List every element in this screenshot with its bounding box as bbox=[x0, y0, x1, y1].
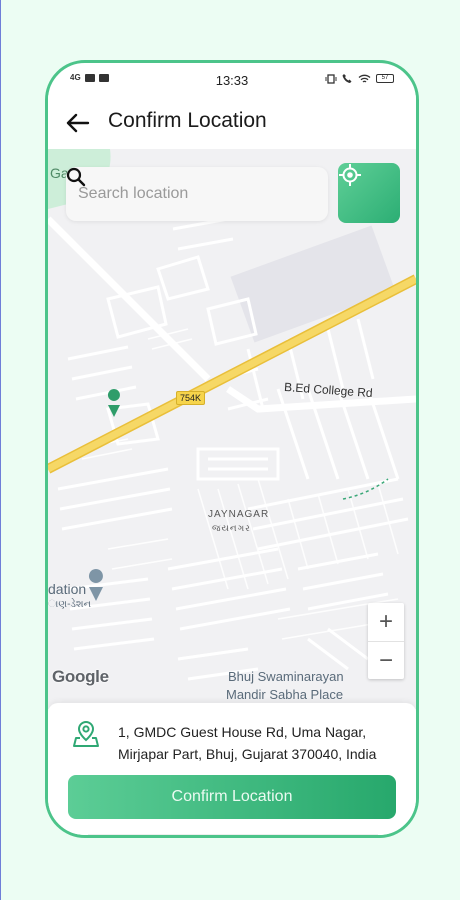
search-icon[interactable] bbox=[66, 167, 86, 187]
page-title: Confirm Location bbox=[108, 109, 267, 132]
search-input[interactable] bbox=[66, 167, 328, 221]
my-location-button[interactable] bbox=[338, 163, 400, 223]
wifi-icon bbox=[358, 74, 371, 83]
highway-shield: 754K bbox=[176, 391, 206, 405]
call-icon bbox=[342, 74, 352, 83]
map-label-swaminarayan: Bhuj Swaminarayan bbox=[228, 669, 344, 684]
map-label-jaynagar-gu: જયનગર bbox=[212, 523, 251, 533]
status-right: 57 bbox=[325, 73, 394, 84]
map-view[interactable]: Ga 754K B.Ed College Rd JAYNAGAR જયનગર d… bbox=[48, 149, 416, 709]
battery-icon: 57 bbox=[376, 74, 394, 83]
zoom-controls: + − bbox=[368, 603, 404, 679]
zoom-out-button[interactable]: − bbox=[368, 641, 404, 679]
location-pin-icon bbox=[73, 720, 99, 747]
app-bar: Confirm Location bbox=[48, 95, 416, 149]
arrow-left-icon[interactable] bbox=[64, 109, 92, 137]
selected-address: 1, GMDC Guest House Rd, Uma Nagar, Mirja… bbox=[118, 724, 377, 762]
home-indicator bbox=[88, 834, 378, 835]
map-label-jaynagar: JAYNAGAR bbox=[208, 509, 270, 520]
status-bar: 4G 13:33 57 bbox=[48, 63, 416, 95]
map-label-station: dation bbox=[48, 581, 87, 597]
map-label-swaminarayan-2: Mandir Sabha Place bbox=[226, 687, 344, 702]
crosshair-icon bbox=[339, 164, 361, 186]
search-bar bbox=[66, 167, 328, 221]
confirm-location-button[interactable]: Confirm Location bbox=[68, 775, 396, 819]
phone-frame: 4G 13:33 57 Confirm Location Ga 754K B.E… bbox=[45, 60, 419, 838]
map-canvas bbox=[48, 149, 416, 709]
google-attribution: Google bbox=[52, 667, 109, 686]
address-panel: 1, GMDC Guest House Rd, Uma Nagar, Mirja… bbox=[48, 703, 416, 835]
zoom-in-button[interactable]: + bbox=[368, 603, 404, 641]
map-label-station-gu: ાણ-ડેશન bbox=[48, 599, 92, 610]
vibrate-icon bbox=[325, 73, 337, 84]
